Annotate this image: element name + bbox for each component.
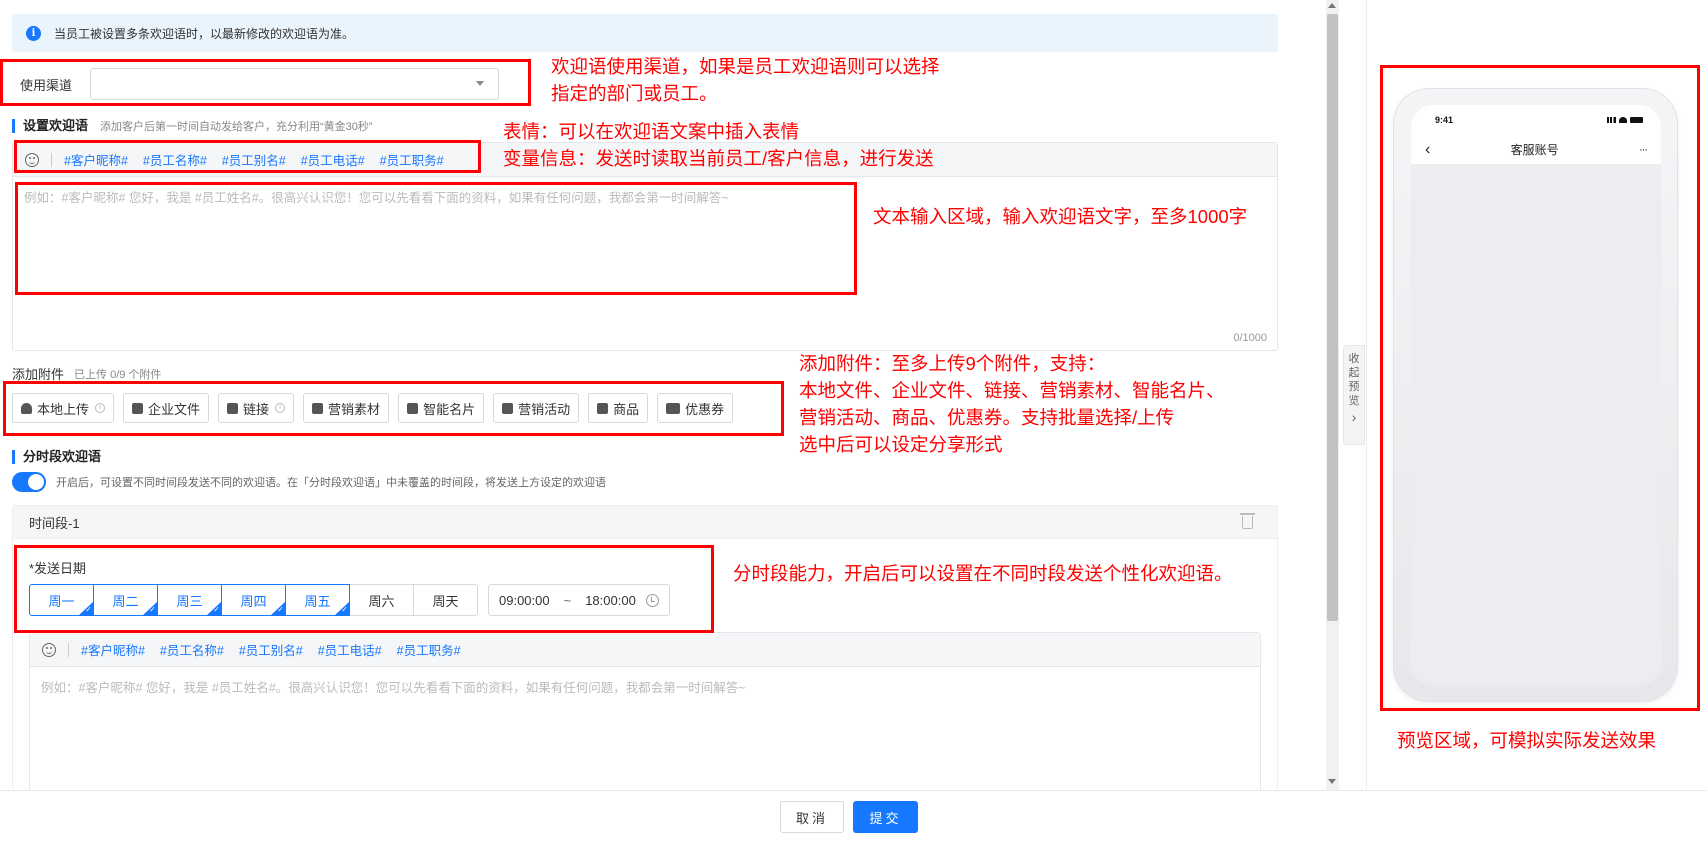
period-title: 时间段-1 <box>29 515 80 531</box>
notice-text: 当员工被设置多条欢迎语时，以最新修改的欢迎语为准。 <box>54 26 355 41</box>
annotation-line: 选中后可以设定分享形式 <box>799 434 1003 455</box>
day-thu[interactable]: 周四 <box>221 584 286 616</box>
var-employee-name[interactable]: #员工名称# <box>160 640 224 659</box>
day-wed[interactable]: 周三 <box>157 584 222 616</box>
var-employee-title[interactable]: #员工职务# <box>397 640 461 659</box>
annotation-line: 表情：可以在欢迎语文案中插入表情 <box>503 121 800 142</box>
annotation-line: 营销活动、商品、优惠券。支持批量选择/上传 <box>799 407 1175 428</box>
var-employee-alias[interactable]: #员工别名# <box>239 640 303 659</box>
annotation-line: 添加附件：至多上传9个附件，支持： <box>799 353 1106 374</box>
annotation-line: 变量信息：发送时读取当前员工/客户信息，进行发送 <box>503 148 934 169</box>
collapse-preview-button[interactable]: 收 起 预 览 › <box>1343 345 1365 445</box>
welcome-title: 设置欢迎语 <box>12 119 88 133</box>
notice-bar: i 当员工被设置多条欢迎语时，以最新修改的欢迎语为准。 <box>12 14 1278 52</box>
collapse-char: 起 <box>1348 367 1360 379</box>
toolbar-divider <box>68 642 69 657</box>
annotation-input: 文本输入区域，输入欢迎语文字，至多1000字 <box>873 206 1248 227</box>
annotation-timed: 分时段能力，开启后可以设置在不同时段发送个性化欢迎语。 <box>733 563 1233 584</box>
annotation-line: 欢迎语使用渠道，如果是员工欢迎语则可以选择 <box>551 56 940 77</box>
annotation-toolbar: 表情：可以在欢迎语文案中插入表情 变量信息：发送时读取当前员工/客户信息，进行发… <box>503 118 934 172</box>
annotation-line: 本地文件、企业文件、链接、营销素材、智能名片、 <box>799 380 1225 401</box>
welcome-header: 设置欢迎语 添加客户后第一时间自动发给客户，充分利用“黄金30秒” <box>12 118 373 134</box>
info-icon: i <box>26 25 41 41</box>
period-editor: #客户昵称# #员工名称# #员工别名# #员工电话# #员工职务# 例如：#客… <box>29 632 1261 790</box>
emoji-icon[interactable] <box>42 642 56 657</box>
annotation-box-toolbar <box>14 140 481 173</box>
chevron-right-icon: › <box>1351 409 1357 425</box>
trash-icon[interactable] <box>1240 513 1255 529</box>
submit-button[interactable]: 提交 <box>853 801 918 833</box>
period-header: 时间段-1 <box>12 505 1278 539</box>
period-textarea[interactable]: 例如：#客户昵称# 您好，我是 #员工姓名#。很高兴认识您！您可以先看看下面的资… <box>30 667 1260 706</box>
day-mon[interactable]: 周一 <box>29 584 94 616</box>
welcome-hint: 添加客户后第一时间自动发给客户，充分利用“黄金30秒” <box>100 121 373 133</box>
scroll-down-icon[interactable] <box>1328 779 1336 784</box>
annotation-line: 指定的部门或员工。 <box>551 83 718 104</box>
attach-hint: 已上传 0/9 个附件 <box>74 368 162 381</box>
scroll-up-icon[interactable] <box>1328 3 1336 8</box>
var-customer-nickname[interactable]: #客户昵称# <box>81 640 145 659</box>
timed-title: 分时段欢迎语 <box>12 450 101 464</box>
annotation-box-attach <box>3 381 784 436</box>
annotation-box-channel <box>0 59 531 106</box>
timed-desc: 开启后，可设置不同时间段发送不同的欢迎语。在「分时段欢迎语」中未覆盖的时间段，将… <box>56 477 606 489</box>
char-counter: 0/1000 <box>1233 332 1267 344</box>
scrollbar-thumb[interactable] <box>1327 14 1338 621</box>
collapse-char: 览 <box>1348 395 1360 407</box>
var-employee-phone[interactable]: #员工电话# <box>318 640 382 659</box>
day-fri[interactable]: 周五 <box>285 584 350 616</box>
annotation-channel: 欢迎语使用渠道，如果是员工欢迎语则可以选择 指定的部门或员工。 <box>551 53 940 107</box>
day-tue[interactable]: 周二 <box>93 584 158 616</box>
collapse-char: 预 <box>1348 381 1360 393</box>
cancel-button[interactable]: 取消 <box>780 801 844 833</box>
annotation-box-input <box>15 182 857 295</box>
timed-toggle[interactable] <box>12 472 46 492</box>
annotation-box-preview <box>1380 65 1700 711</box>
annotation-attach: 添加附件：至多上传9个附件，支持： 本地文件、企业文件、链接、营销素材、智能名片… <box>799 350 1225 458</box>
annotation-preview: 预览区域，可模拟实际发送效果 <box>1397 730 1657 751</box>
timed-toggle-row: 开启后，可设置不同时间段发送不同的欢迎语。在「分时段欢迎语」中未覆盖的时间段，将… <box>12 472 606 492</box>
panel-divider <box>1366 0 1367 790</box>
collapse-char: 收 <box>1348 353 1360 365</box>
period-toolbar: #客户昵称# #员工名称# #员工别名# #员工电话# #员工职务# <box>30 633 1260 667</box>
